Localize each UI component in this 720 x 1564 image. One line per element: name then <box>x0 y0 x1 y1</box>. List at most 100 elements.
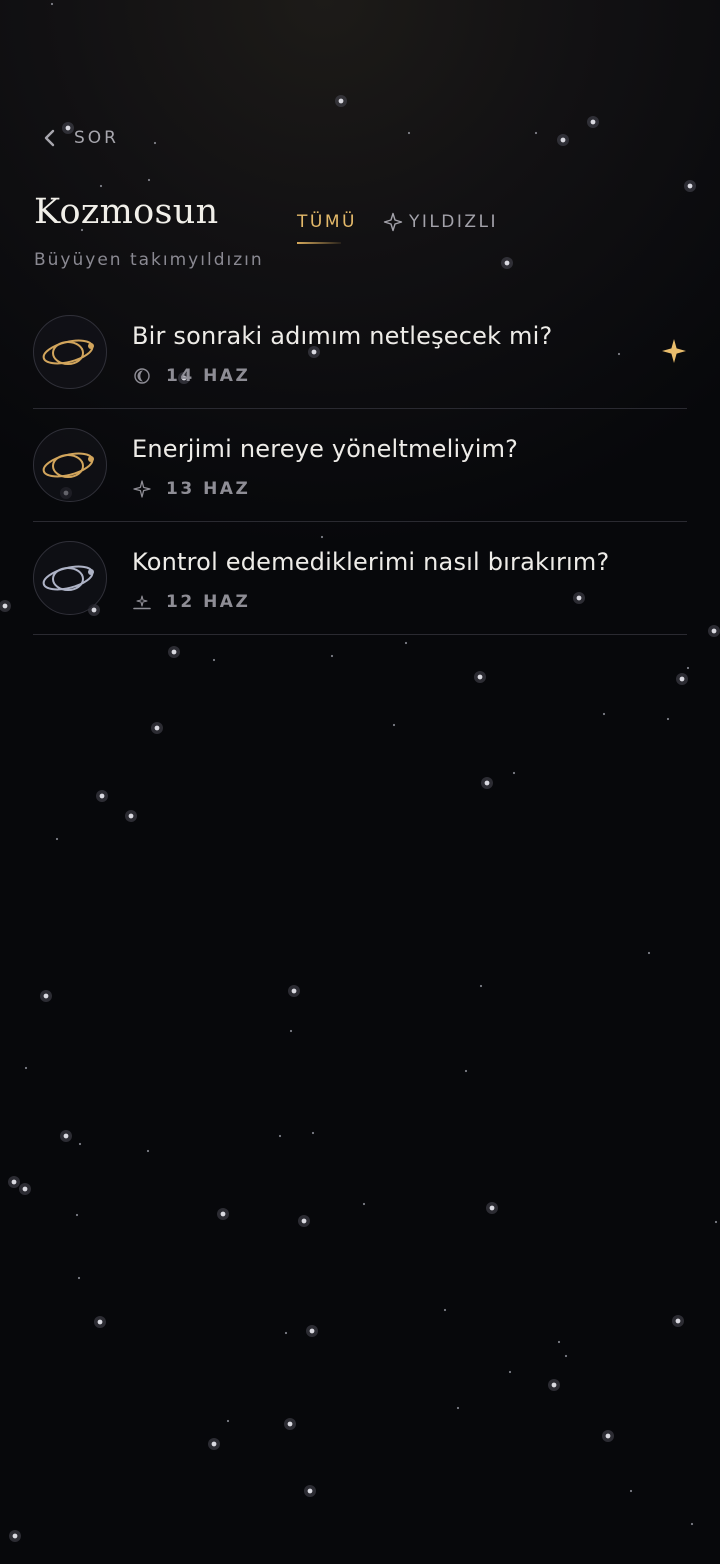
star-halo <box>481 777 493 789</box>
tab-all[interactable]: TÜMÜ <box>297 212 357 244</box>
back-button[interactable]: SOR <box>40 126 119 150</box>
star-dot <box>128 813 134 819</box>
star-halo <box>557 134 569 146</box>
star-dot <box>50 2 54 6</box>
star-halo <box>501 257 513 269</box>
star-dot <box>171 649 177 655</box>
question-text: Bir sonraki adımım netleşecek mi? <box>132 322 553 350</box>
star-dot <box>560 137 566 143</box>
star-halo <box>19 1183 31 1195</box>
star-dot <box>504 260 510 266</box>
star-halo <box>288 985 300 997</box>
tab-starred-label: YILDIZLI <box>408 212 499 232</box>
planet-icon <box>42 565 94 591</box>
star-dot <box>301 1218 307 1224</box>
star-halo <box>486 1202 498 1214</box>
star-halo <box>168 646 180 658</box>
star-halo <box>94 1316 106 1328</box>
star-dot <box>564 1354 568 1358</box>
star-dot <box>22 1186 28 1192</box>
list-item[interactable]: Bir sonraki adımım netleşecek mi? 14 HAZ <box>33 296 687 409</box>
star-dot <box>309 1328 315 1334</box>
star-dot <box>477 674 483 680</box>
star-filled-icon[interactable] <box>661 338 687 364</box>
list-item[interactable]: Enerjimi nereye yöneltmeliyim? 13 HAZ <box>33 409 687 522</box>
star-dot <box>557 1340 561 1344</box>
star-dot <box>278 1134 282 1138</box>
star-halo <box>304 1485 316 1497</box>
star-dot <box>212 658 216 662</box>
star-halo <box>306 1325 318 1337</box>
star-dot <box>407 131 411 135</box>
star-halo <box>284 1418 296 1430</box>
star-dot <box>284 1331 288 1335</box>
star-dot <box>686 666 690 670</box>
star-dot <box>629 1489 633 1493</box>
question-meta: 14 HAZ <box>132 366 250 386</box>
star-dot <box>220 1211 226 1217</box>
star-dot <box>63 1133 69 1139</box>
star-halo <box>40 990 52 1002</box>
star-dot <box>24 1066 28 1070</box>
star-dot <box>12 1533 18 1539</box>
star-dot <box>78 1142 82 1146</box>
page-title: Kozmosun <box>34 192 219 232</box>
star-halo <box>208 1438 220 1450</box>
planet-avatar <box>33 315 107 389</box>
star-dot <box>687 183 693 189</box>
star-halo <box>602 1430 614 1442</box>
sparkle-icon <box>133 480 151 498</box>
star-halo <box>298 1215 310 1227</box>
planet-icon <box>42 339 94 365</box>
star-dot <box>99 184 103 188</box>
planet-icon <box>42 452 94 478</box>
question-meta: 12 HAZ <box>132 592 250 612</box>
star-dot <box>484 780 490 786</box>
star-dot <box>456 1406 460 1410</box>
star-halo <box>8 1176 20 1188</box>
planet-avatar <box>33 428 107 502</box>
back-label: SOR <box>74 128 119 148</box>
filter-tabs: TÜMÜ YILDIZLI <box>297 212 498 244</box>
star-dot <box>77 1276 81 1280</box>
star-dot <box>311 1131 315 1135</box>
page-subtitle: Büyüyen takımyıldızın <box>34 250 264 270</box>
star-dot <box>392 723 396 727</box>
list-item[interactable]: Kontrol edemediklerimi nasıl bırakırım? … <box>33 522 687 635</box>
tab-starred[interactable]: YILDIZLI <box>383 212 498 244</box>
star-dot <box>338 98 344 104</box>
question-date: 12 HAZ <box>166 592 251 612</box>
star-dot <box>43 993 49 999</box>
star-dot <box>287 1421 293 1427</box>
star-dot <box>551 1382 557 1388</box>
chevron-left-icon <box>44 129 55 147</box>
star-dot <box>146 1149 150 1153</box>
star-halo <box>0 600 11 612</box>
star-dot <box>534 131 538 135</box>
star-halo <box>125 810 137 822</box>
star-dot <box>675 1318 681 1324</box>
question-meta: 13 HAZ <box>132 479 250 499</box>
star-halo <box>587 116 599 128</box>
star-halo <box>9 1530 21 1542</box>
star-dot <box>679 676 685 682</box>
star-dot <box>362 1202 366 1206</box>
question-list: Bir sonraki adımım netleşecek mi? 14 HAZ… <box>33 296 687 635</box>
question-text: Enerjimi nereye yöneltmeliyim? <box>132 435 519 463</box>
star-dot <box>99 793 105 799</box>
star-dot <box>11 1179 17 1185</box>
star-dot <box>479 984 483 988</box>
star-halo <box>548 1379 560 1391</box>
star-dot <box>330 654 334 658</box>
star-dot <box>489 1205 495 1211</box>
planet-avatar <box>33 541 107 615</box>
star-dot <box>508 1370 512 1374</box>
star-dot <box>605 1433 611 1439</box>
star-dot <box>714 1220 718 1224</box>
star-halo <box>474 671 486 683</box>
star-dot <box>211 1441 217 1447</box>
star-dot <box>154 725 160 731</box>
star-halo <box>217 1208 229 1220</box>
star-dot <box>289 1029 293 1033</box>
star-dot <box>226 1419 230 1423</box>
